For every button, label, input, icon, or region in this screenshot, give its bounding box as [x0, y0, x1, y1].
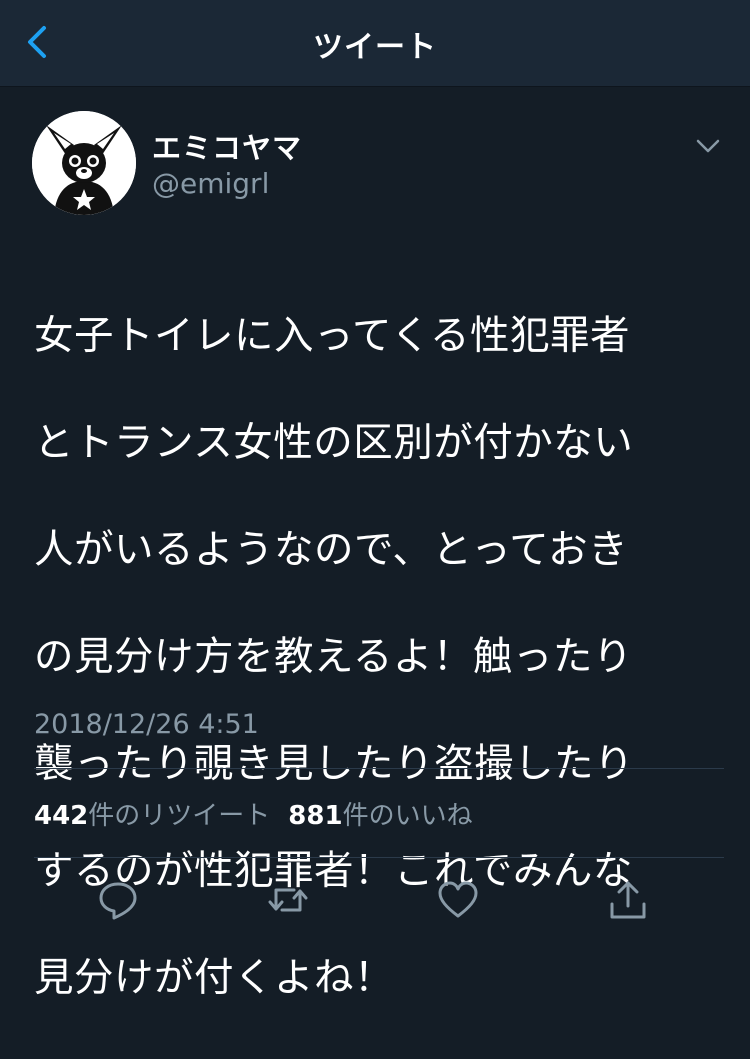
tweet-timestamp: 2018/12/26 4:51: [34, 709, 259, 740]
navigation-bar: ツイート: [0, 0, 750, 87]
tweet-stats: 442件のリツイート 881件のいいね: [34, 795, 473, 832]
tweet-action-bar: [0, 860, 750, 940]
username-handle[interactable]: @emigrl: [152, 167, 269, 200]
retweet-button[interactable]: [266, 878, 310, 922]
like-count-label: 件のいいね: [342, 801, 473, 831]
retweet-count-label: 件のリツイート: [88, 801, 271, 831]
tweet-text-line: 見分けが付くよね！: [34, 954, 394, 1001]
tweet-author-header: エミコヤマ @emigrl: [0, 87, 750, 237]
share-button[interactable]: [606, 878, 650, 922]
tweet-text-line: 女子トイレに入ってくる性犯罪者: [34, 312, 631, 359]
retweet-count-link[interactable]: 442件のリツイート: [34, 795, 270, 832]
display-name[interactable]: エミコヤマ: [152, 125, 302, 167]
like-count-link[interactable]: 881件のいいね: [288, 795, 472, 832]
reply-button[interactable]: [96, 878, 140, 922]
like-button[interactable]: [436, 878, 480, 922]
chevron-down-icon: [696, 139, 720, 153]
share-icon: [610, 881, 646, 919]
reply-icon: [99, 882, 137, 920]
page-title: ツイート: [313, 30, 437, 65]
tweet-text-line: とトランス女性の区別が付かない: [34, 419, 634, 466]
retweet-count: 442: [34, 801, 89, 831]
divider: [34, 857, 724, 858]
divider: [34, 768, 724, 769]
tweet-menu-button[interactable]: [690, 131, 726, 161]
tweet-text-line: 襲ったり覗き見したり盗撮したり: [34, 740, 634, 787]
dog-avatar-image: [32, 111, 136, 215]
tweet-text-line: 人がいるようなので、とっておき: [34, 526, 629, 573]
like-count: 881: [288, 801, 343, 831]
heart-icon: [438, 881, 478, 918]
tweet-text-line: の見分け方を教えるよ！触ったり: [34, 633, 633, 680]
avatar[interactable]: [32, 111, 136, 215]
retweet-icon: [268, 888, 308, 912]
